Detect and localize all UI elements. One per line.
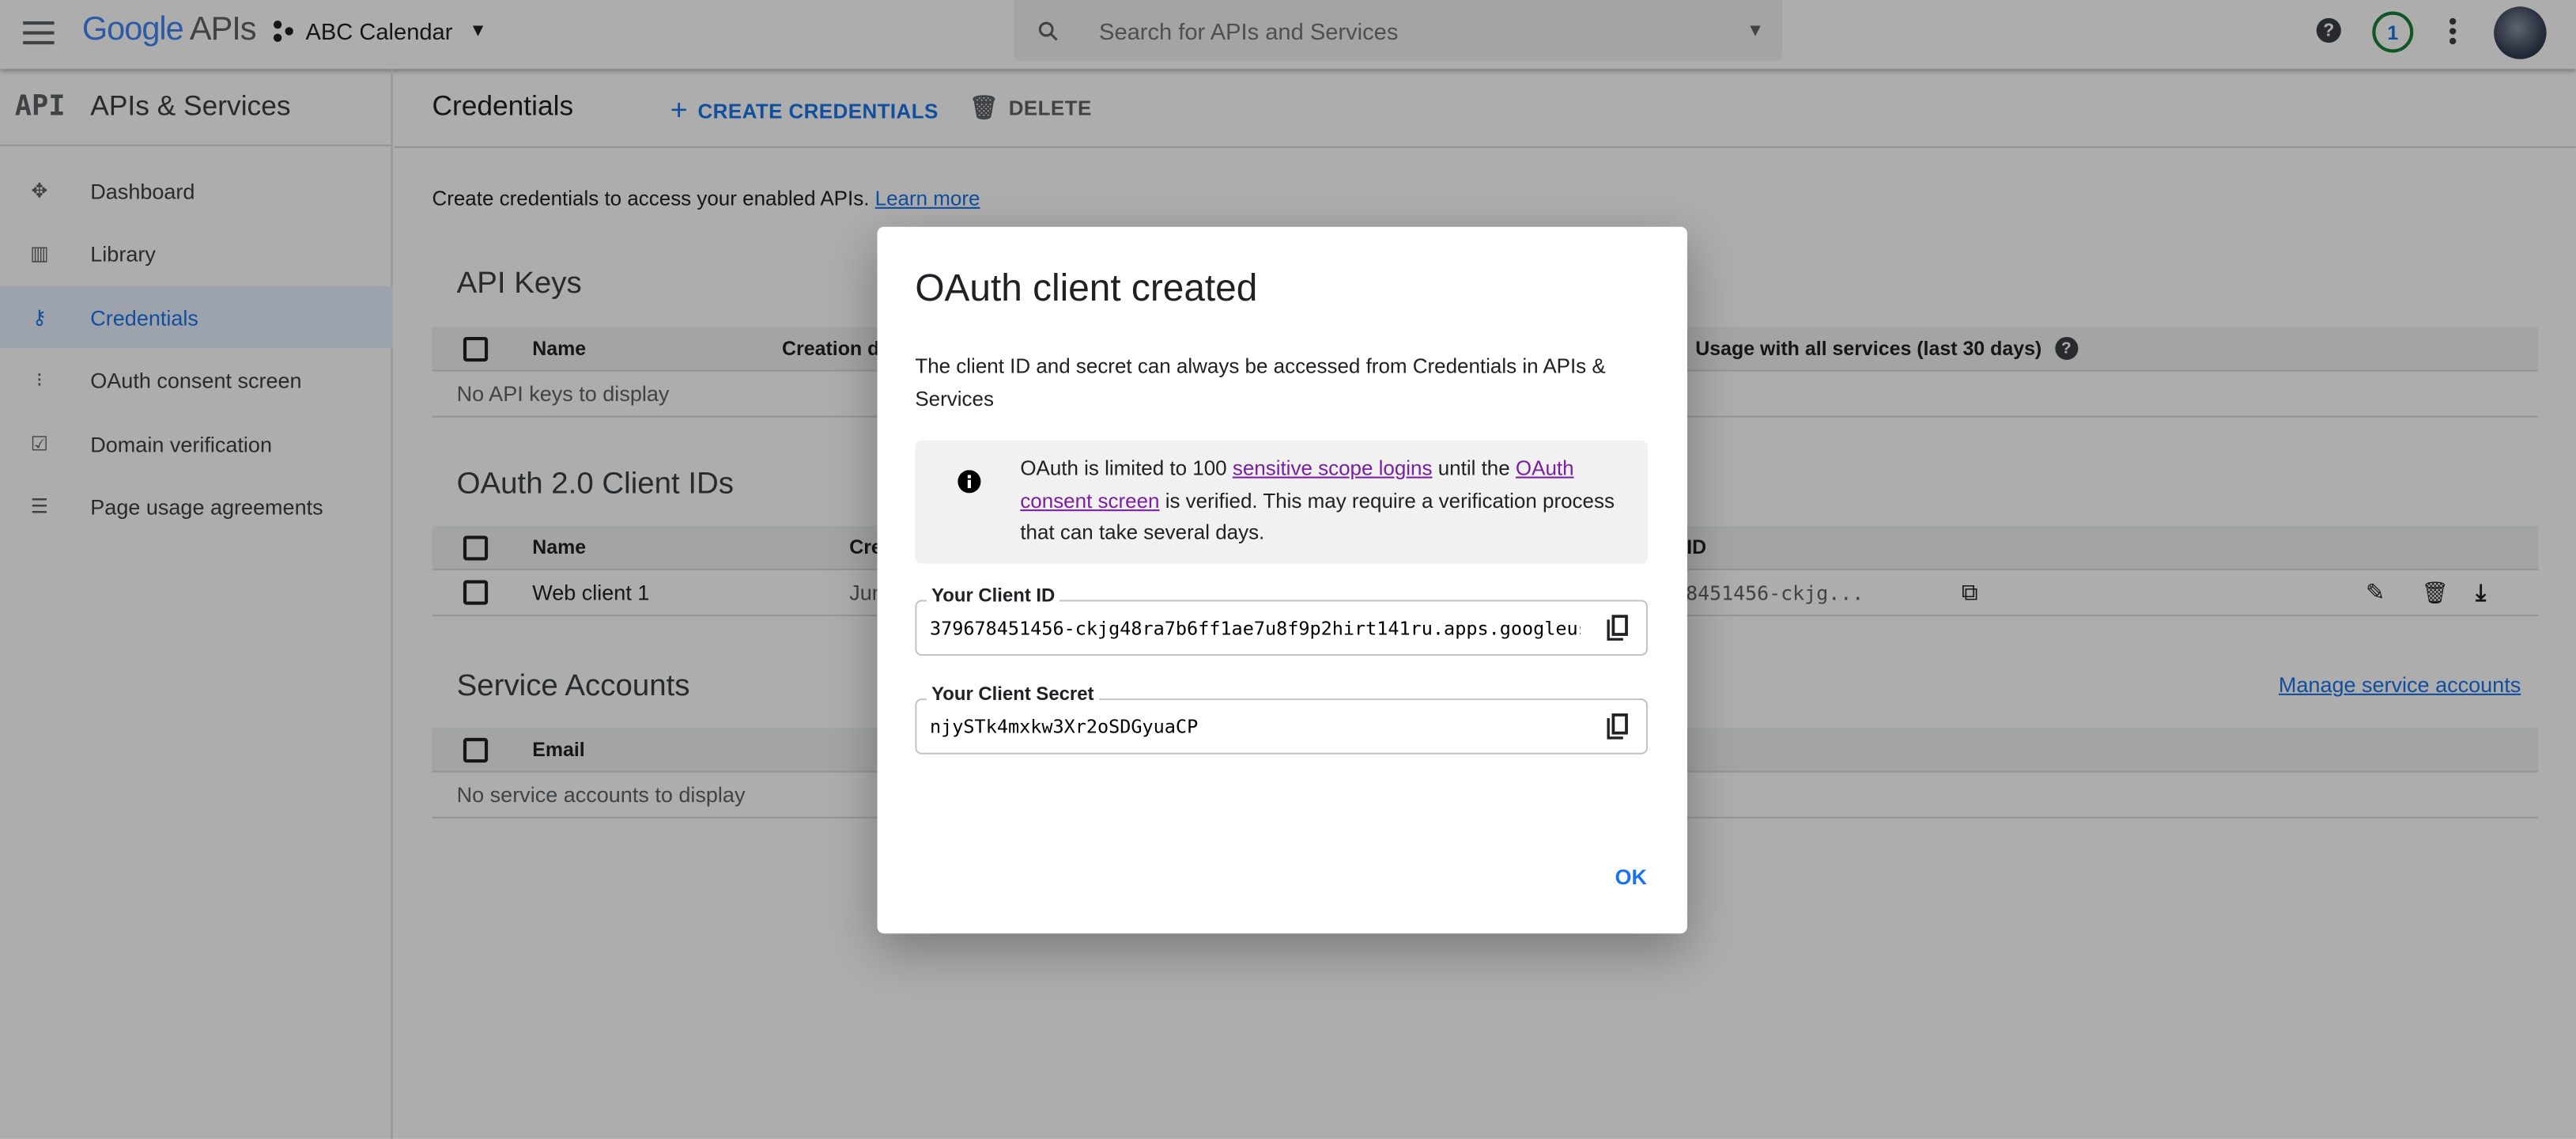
oauth-created-dialog: OAuth client created The client ID and s… [877,226,1687,934]
copy-icon[interactable] [1607,615,1630,641]
client-id-field: Your Client ID [915,586,1649,657]
info-icon [958,470,981,494]
client-id-input[interactable] [930,601,1581,654]
info-prefix: OAuth is limited to 100 [1020,456,1233,480]
info-box: OAuth is limited to 100 sensitive scope … [915,440,1649,564]
info-middle: until the [1432,456,1516,480]
dialog-title: OAuth client created [915,266,1258,309]
sensitive-scope-logins-link[interactable]: sensitive scope logins [1233,457,1433,480]
info-text: OAuth is limited to 100 sensitive scope … [1020,453,1631,550]
client-secret-input[interactable] [930,700,1581,753]
ok-button[interactable]: OK [1615,865,1647,889]
dialog-body: The client ID and secret can always be a… [915,354,1606,411]
client-secret-field: Your Client Secret [915,685,1649,755]
copy-icon[interactable] [1607,713,1630,740]
